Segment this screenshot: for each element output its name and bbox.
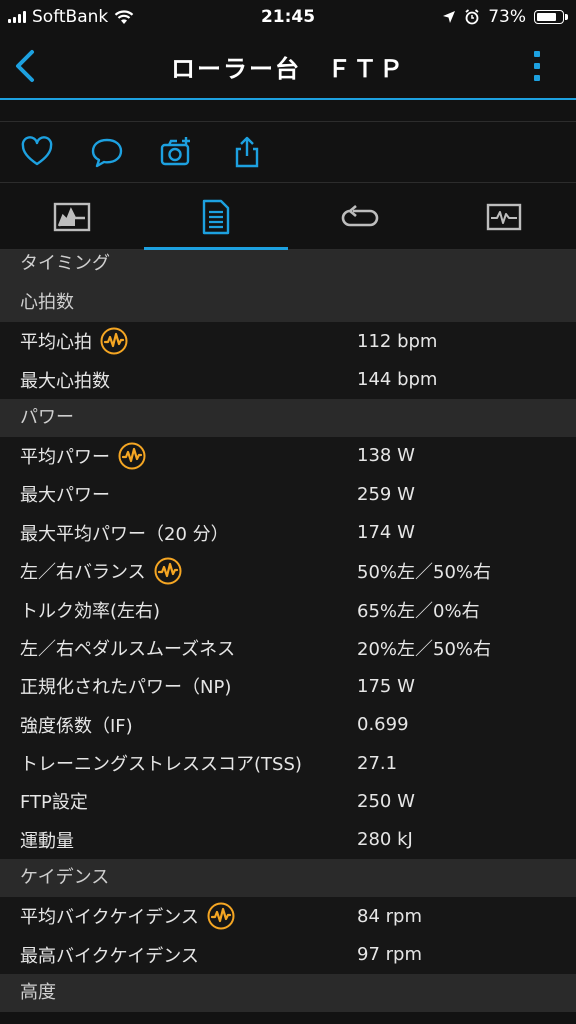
nav-bar: ローラー台 ＦＴＰ bbox=[0, 34, 576, 98]
stat-label: 最高バイクケイデンス bbox=[0, 942, 337, 968]
heart-icon[interactable] bbox=[20, 135, 54, 169]
stat-label-text: 最高バイクケイデンス bbox=[20, 945, 199, 967]
stat-label-text: 平均バイクケイデンス bbox=[20, 907, 199, 929]
stat-label: 強度係数（IF) bbox=[0, 712, 337, 738]
stat-value: 50%左／50%右 bbox=[357, 562, 492, 584]
stat-label-text: トルク効率(左右) bbox=[20, 600, 161, 622]
camera-add-icon[interactable] bbox=[160, 135, 194, 169]
signal-icon bbox=[8, 11, 26, 23]
stat-row: 最大平均パワー（20 分） 174 W bbox=[0, 513, 576, 552]
wifi-icon bbox=[115, 10, 134, 24]
stat-row: 最大パワー 259 W bbox=[0, 475, 576, 514]
live-data-badge-icon bbox=[100, 327, 128, 355]
stat-row: 運動量 280 kJ bbox=[0, 820, 576, 860]
location-icon bbox=[443, 11, 456, 23]
stat-value: 250 W bbox=[357, 790, 415, 812]
chart-tab-icon bbox=[53, 202, 91, 231]
stat-label: トレーニングストレススコア(TSS) bbox=[0, 750, 337, 776]
section-timing: タイミング bbox=[0, 250, 576, 284]
stat-label: FTP設定 bbox=[0, 788, 337, 814]
details-tab-icon bbox=[202, 199, 230, 234]
stat-row: 平均心拍 112 bpm bbox=[0, 322, 576, 361]
stat-row: FTP設定 250 W bbox=[0, 782, 576, 821]
status-left: SoftBank bbox=[0, 7, 134, 27]
carrier-label: SoftBank bbox=[32, 7, 109, 27]
share-icon[interactable] bbox=[230, 135, 264, 169]
stat-row: 左／右ペダルスムーズネス 20%左／50%右 bbox=[0, 628, 576, 668]
stat-row: 強度係数（IF) 0.699 bbox=[0, 705, 576, 744]
stat-label-text: 運動量 bbox=[20, 830, 74, 852]
stat-label-text: 左／右ペダルスムーズネス bbox=[20, 638, 236, 660]
stat-value: 112 bpm bbox=[357, 330, 438, 352]
alarm-icon bbox=[465, 9, 479, 25]
stat-row: トレーニングストレススコア(TSS) 27.1 bbox=[0, 743, 576, 783]
stat-label: トルク効率(左右) bbox=[0, 597, 337, 623]
stat-label: 左／右バランス bbox=[0, 557, 337, 585]
status-right: 73% bbox=[442, 7, 576, 27]
stat-value: 0.699 bbox=[357, 714, 409, 736]
live-data-badge-icon bbox=[118, 442, 146, 470]
stat-label: 正規化されたパワー（NP) bbox=[0, 673, 337, 699]
live-data-badge-icon bbox=[154, 557, 182, 585]
comment-icon[interactable] bbox=[90, 135, 124, 169]
tab-graphs[interactable] bbox=[432, 184, 576, 249]
tab-details[interactable] bbox=[144, 184, 288, 250]
stat-row: 最大心拍数 144 bpm bbox=[0, 360, 576, 399]
section-power: パワー bbox=[0, 398, 576, 437]
stat-label: 最大心拍数 bbox=[0, 367, 337, 393]
stat-label-text: 最大平均パワー（20 分） bbox=[20, 523, 229, 545]
stat-row: トルク効率(左右) 65%左／0%右 bbox=[0, 590, 576, 629]
battery-percent: 73% bbox=[488, 7, 526, 27]
page-title: ローラー台 ＦＴＰ bbox=[171, 54, 405, 83]
details-list[interactable]: タイミング 心拍数 平均心拍 112 bpm 最大心拍数 144 bpm パワー 平均… bbox=[0, 250, 576, 1024]
stat-label: 平均パワー bbox=[0, 442, 337, 470]
stat-label: 最大平均パワー（20 分） bbox=[0, 520, 337, 546]
graphs-tab-icon bbox=[486, 203, 522, 230]
stat-label: 左／右ペダルスムーズネス bbox=[0, 635, 337, 661]
stat-value: 65%左／0%右 bbox=[357, 600, 480, 622]
section-heart-rate: 心拍数 bbox=[0, 284, 576, 322]
tab-bar bbox=[0, 184, 576, 250]
stat-row: 平均パワー 138 W bbox=[0, 436, 576, 476]
stat-row: 平均バイクケイデンス 84 rpm bbox=[0, 897, 576, 936]
section-altitude: 高度 bbox=[0, 973, 576, 1012]
stat-value: 174 W bbox=[357, 522, 415, 544]
stat-row: 左／右バランス 50%左／50%右 bbox=[0, 551, 576, 591]
stat-value: 259 W bbox=[357, 483, 415, 505]
stat-label: 最大パワー bbox=[0, 481, 337, 507]
stat-label-text: 平均パワー bbox=[20, 446, 110, 468]
laps-tab-icon bbox=[341, 204, 379, 226]
stat-label: 運動量 bbox=[0, 827, 337, 853]
stat-label-text: トレーニングストレススコア(TSS) bbox=[20, 754, 302, 776]
stat-label-text: 強度係数（IF) bbox=[20, 715, 133, 737]
stat-label: 平均バイクケイデンス bbox=[0, 902, 337, 930]
stat-value: 27.1 bbox=[357, 752, 398, 774]
stat-label-text: 正規化されたパワー（NP) bbox=[20, 677, 232, 699]
live-data-badge-icon bbox=[207, 902, 235, 930]
stat-value: 84 rpm bbox=[357, 905, 422, 927]
stat-label-text: 左／右バランス bbox=[20, 562, 146, 584]
status-bar: SoftBank 21:45 73% bbox=[0, 0, 576, 34]
stat-label-text: FTP設定 bbox=[20, 792, 88, 814]
stat-row: 正規化されたパワー（NP) 175 W bbox=[0, 667, 576, 706]
stat-value: 175 W bbox=[357, 675, 415, 697]
spacer bbox=[0, 100, 576, 121]
stat-value: 138 W bbox=[357, 445, 415, 467]
stat-value: 144 bpm bbox=[357, 369, 438, 391]
stat-value: 280 kJ bbox=[357, 829, 413, 851]
stat-value: 97 rpm bbox=[357, 944, 422, 966]
section-cadence: ケイデンス bbox=[0, 859, 576, 898]
action-bar bbox=[0, 121, 576, 183]
back-chevron-icon[interactable] bbox=[10, 48, 42, 84]
stat-label-text: 平均心拍 bbox=[20, 332, 92, 354]
more-vertical-icon[interactable] bbox=[532, 48, 542, 84]
stat-value: 20%左／50%右 bbox=[357, 638, 492, 660]
battery-icon bbox=[534, 10, 568, 24]
tab-laps[interactable] bbox=[288, 184, 432, 249]
stat-label-text: 最大心拍数 bbox=[20, 370, 110, 392]
stat-label-text: 最大パワー bbox=[20, 485, 110, 507]
stat-label: 平均心拍 bbox=[0, 327, 337, 355]
tab-chart[interactable] bbox=[0, 184, 144, 249]
stat-row: 最高バイクケイデンス 97 rpm bbox=[0, 935, 576, 974]
